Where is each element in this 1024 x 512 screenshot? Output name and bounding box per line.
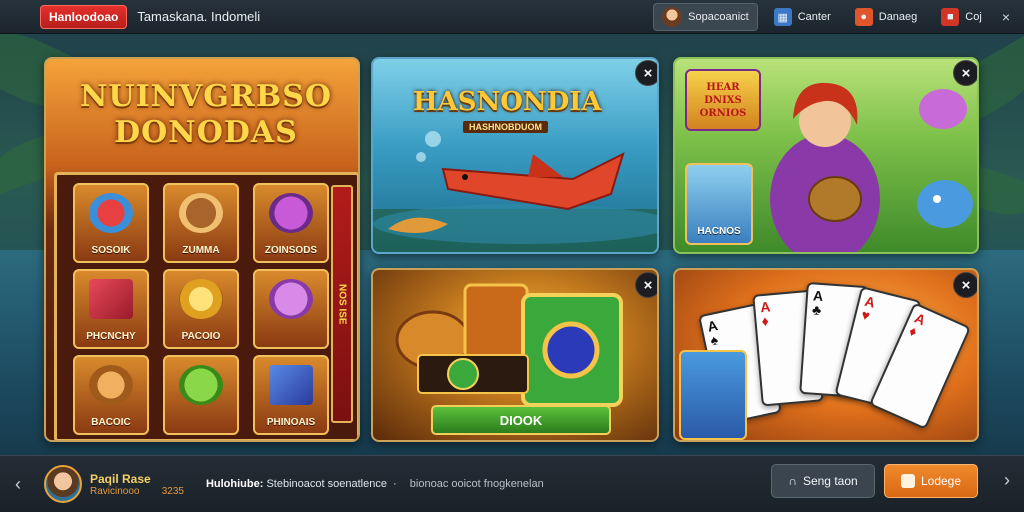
news-ticker: Hulohiube: Stebinoacot soenatlence · bio… <box>205 478 544 490</box>
coj-button[interactable]: ■ Coj <box>933 3 990 31</box>
game-tile-fish[interactable]: HASNONDIA HASHNOBDUOM × <box>371 57 659 254</box>
play-button[interactable]: DIOOK <box>431 405 611 435</box>
game-tile-treasure[interactable]: DIOOK × <box>371 268 659 442</box>
slot-symbol-bear: ZUMMA <box>163 183 239 263</box>
prev-arrow-icon[interactable]: ‹ <box>0 474 36 495</box>
user-icon: ● <box>854 8 873 26</box>
breadcrumb[interactable]: Tamaskana. Indomeli <box>137 9 260 24</box>
center-button[interactable]: ▦ Canter <box>766 3 839 31</box>
bottom-bar: ‹ Paqil Rase Ravicinooo 3235 Hulohiube: … <box>0 455 1024 512</box>
game-tile-cards[interactable]: A ♠ A ♦ A ♣ A ♥ A ♦ × <box>673 268 979 442</box>
slot-title: NUINVGRBSO DONODAS <box>79 79 333 150</box>
close-lady-tile-button[interactable]: × <box>953 60 977 86</box>
user-balance: Ravicinooo 3235 <box>90 485 184 497</box>
slot-symbol-coin: PACOIO <box>163 269 239 349</box>
gift-icon: ■ <box>941 8 960 26</box>
slot-reels: SOSOIK ZUMMA ZOINSODS PHCNCHY PACOIO BAC… <box>54 172 358 440</box>
profile-button[interactable]: Sopacoanict <box>653 3 758 31</box>
user-info: Paqil Rase Ravicinooo 3235 <box>90 472 184 497</box>
slot-symbol-letter: PHINOAIS <box>253 355 329 435</box>
close-icon: × <box>643 64 653 82</box>
close-cards-tile-button[interactable]: × <box>953 272 977 298</box>
slot-symbol-frog <box>163 355 239 435</box>
slot-symbol-box: PHCNCHY <box>73 269 149 349</box>
danaeg-button[interactable]: ● Danaeg <box>847 3 926 31</box>
lodge-button[interactable]: Lodege <box>884 464 978 498</box>
headphones-icon: ∩ <box>788 474 797 488</box>
close-treasure-tile-button[interactable]: × <box>635 272 657 298</box>
song-button[interactable]: ∩ Seng taon <box>771 464 875 498</box>
username: Paqil Rase <box>90 471 151 486</box>
fish-subtitle: HASHNOBDUOM <box>463 121 548 133</box>
lady-game-logo: HEAR DNIXS ORNIOS <box>685 69 761 131</box>
top-actions: Sopacoanict ▦ Canter ● Danaeg ■ Coj × <box>653 3 1014 31</box>
user-avatar[interactable] <box>44 465 82 503</box>
close-icon: × <box>961 64 971 82</box>
slot-symbol-shark: SOSOIK <box>73 183 149 263</box>
slot-symbol-lion: BACOIC <box>73 355 149 435</box>
user-icon <box>900 474 915 488</box>
game-tile-slot[interactable]: NUINVGRBSO DONODAS SOSOIK ZUMMA ZOINSODS… <box>44 57 360 442</box>
slot-symbol-gem: ZOINSODS <box>253 183 329 263</box>
close-icon: × <box>961 276 971 294</box>
grid-icon: ▦ <box>773 8 792 26</box>
close-fish-tile-button[interactable]: × <box>635 60 657 86</box>
avatar-icon <box>662 7 683 27</box>
brand-logo[interactable]: Hanloodoao <box>40 4 128 29</box>
game-tile-jungle-lady[interactable]: HEAR DNIXS ORNIOS HACNOS × <box>673 57 979 254</box>
next-arrow-icon[interactable]: › <box>1004 470 1010 491</box>
fox-card <box>679 350 747 440</box>
slot-symbol-pig <box>253 269 329 349</box>
close-icon: × <box>643 276 653 294</box>
fox-mini-card: HACNOS <box>685 163 753 245</box>
fish-title: HASNONDIA <box>413 87 602 117</box>
close-icon[interactable]: × <box>998 9 1014 25</box>
slot-side-bar: NOS ISE <box>331 185 353 423</box>
top-bar: Hanloodoao Tamaskana. Indomeli Sopacoani… <box>0 0 1024 34</box>
